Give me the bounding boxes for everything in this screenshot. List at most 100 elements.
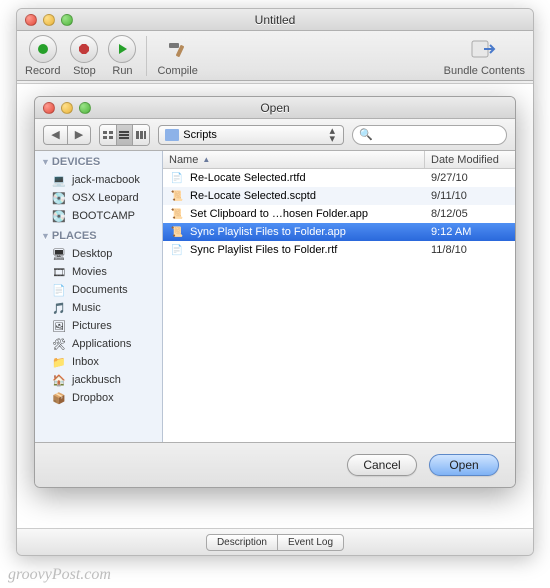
search-icon: 🔍 [359, 128, 373, 141]
file-icon: 📄 [169, 171, 185, 185]
file-name: Set Clipboard to …hosen Folder.app [190, 208, 368, 220]
place-icon: 📦 [51, 391, 67, 405]
column-date[interactable]: Date Modified [425, 151, 515, 168]
place-icon: 🖥 [51, 247, 67, 261]
view-mode-segment [99, 124, 150, 146]
open-dialog: Open ◀ ▶ Scripts ▴▾ 🔍 ▼DEVICES 💻 jack-mac… [34, 96, 516, 488]
sidebar-item[interactable]: 📁 Inbox [35, 353, 162, 371]
file-date: 9/11/10 [425, 190, 515, 202]
sidebar-item-label: Music [72, 302, 101, 314]
file-icon: 📜 [169, 207, 185, 221]
tab-description[interactable]: Description [207, 535, 278, 550]
file-row[interactable]: 📄 Sync Playlist Files to Folder.rtf 11/8/1… [163, 241, 515, 259]
open-titlebar: Open [35, 97, 515, 119]
sidebar-item-label: Inbox [72, 356, 99, 368]
sidebar-item[interactable]: 🖥Desktop [35, 245, 162, 263]
main-toolbar: Record Stop Run Compile Bundle Contents [17, 31, 533, 81]
file-row[interactable]: 📜 Sync Playlist Files to Folder.app 9:12 A… [163, 223, 515, 241]
sidebar-item[interactable]: 💻 jack-macbook [35, 171, 162, 189]
file-name: Re-Locate Selected.rtfd [190, 172, 306, 184]
search-input[interactable] [377, 129, 500, 141]
bundle-contents-button[interactable]: Bundle Contents [444, 35, 525, 77]
forward-button[interactable]: ▶ [67, 125, 91, 145]
place-icon: 🛠 [51, 337, 67, 351]
bundle-label: Bundle Contents [444, 65, 525, 77]
file-name: Re-Locate Selected.scptd [190, 190, 316, 202]
run-button[interactable]: Run [108, 35, 136, 77]
place-icon: 🖼 [51, 319, 67, 333]
file-row[interactable]: 📄 Re-Locate Selected.rtfd 9/27/10 [163, 169, 515, 187]
sidebar-header-devices[interactable]: ▼DEVICES [35, 151, 162, 171]
run-label: Run [112, 65, 132, 77]
watermark: groovyPost.com [8, 566, 111, 584]
sidebar-header-places[interactable]: ▼PLACES [35, 225, 162, 245]
place-icon: 🏠 [51, 373, 67, 387]
search-field[interactable]: 🔍 [352, 125, 507, 145]
open-button[interactable]: Open [429, 454, 499, 476]
stop-button[interactable]: Stop [70, 35, 98, 77]
compile-button[interactable]: Compile [157, 35, 197, 77]
dialog-buttons: Cancel Open [35, 443, 515, 487]
file-row[interactable]: 📜 Set Clipboard to …hosen Folder.app 8/12/… [163, 205, 515, 223]
file-icon: 📄 [169, 243, 185, 257]
file-icon: 📜 [169, 189, 185, 203]
column-name[interactable]: Name▲ [163, 151, 425, 168]
updown-icon: ▴▾ [325, 127, 339, 143]
sidebar-item-label: Pictures [72, 320, 112, 332]
path-label: Scripts [183, 129, 217, 141]
sidebar-item[interactable]: 🏠 jackbusch [35, 371, 162, 389]
file-list: Name▲ Date Modified 📄 Re-Locate Selected.… [163, 151, 515, 442]
file-date: 9:12 AM [425, 226, 515, 238]
sidebar-item-label: BOOTCAMP [72, 210, 135, 222]
sidebar-item-label: OSX Leopard [72, 192, 139, 204]
compile-label: Compile [157, 65, 197, 77]
sidebar-item-label: Movies [72, 266, 107, 278]
list-view-button[interactable] [117, 125, 134, 145]
device-icon: 💽 [51, 191, 67, 205]
open-toolbar: ◀ ▶ Scripts ▴▾ 🔍 [35, 119, 515, 151]
device-icon: 💽 [51, 209, 67, 223]
stop-label: Stop [73, 65, 96, 77]
cancel-button[interactable]: Cancel [347, 454, 417, 476]
sidebar-item-label: Documents [72, 284, 128, 296]
file-list-header: Name▲ Date Modified [163, 151, 515, 169]
sidebar-item[interactable]: 🎵 Music [35, 299, 162, 317]
sidebar-item[interactable]: 📦 Dropbox [35, 389, 162, 407]
sidebar-item-label: Dropbox [72, 392, 114, 404]
device-icon: 💻 [51, 173, 67, 187]
file-date: 9/27/10 [425, 172, 515, 184]
folder-icon [165, 129, 179, 141]
icon-view-button[interactable] [100, 125, 117, 145]
file-row[interactable]: 📜 Re-Locate Selected.scptd 9/11/10 [163, 187, 515, 205]
path-popup[interactable]: Scripts ▴▾ [158, 125, 344, 145]
place-icon: 🎞 [51, 265, 67, 279]
sort-asc-icon: ▲ [202, 155, 210, 164]
window-title: Untitled [17, 13, 533, 27]
sidebar: ▼DEVICES 💻 jack-macbook 💽 OSX Leopard 💽 BOOTC… [35, 151, 163, 442]
sidebar-item[interactable]: 💽 BOOTCAMP [35, 207, 162, 225]
back-button[interactable]: ◀ [43, 125, 67, 145]
file-date: 8/12/05 [425, 208, 515, 220]
file-icon: 📜 [169, 225, 185, 239]
file-date: 11/8/10 [425, 244, 515, 256]
sidebar-item[interactable]: 🛠 Applications [35, 335, 162, 353]
open-title: Open [35, 101, 515, 115]
tab-event-log[interactable]: Event Log [278, 535, 343, 550]
place-icon: 📄 [51, 283, 67, 297]
place-icon: 📁 [51, 355, 67, 369]
sidebar-item-label: jackbusch [72, 374, 121, 386]
sidebar-item[interactable]: 🖼 Pictures [35, 317, 162, 335]
sidebar-item[interactable]: 📄 Documents [35, 281, 162, 299]
sidebar-item[interactable]: 🎞 Movies [35, 263, 162, 281]
main-titlebar: Untitled [17, 9, 533, 31]
column-view-button[interactable] [133, 125, 149, 145]
sidebar-item-label: Applications [72, 338, 131, 350]
sidebar-item[interactable]: 💽 OSX Leopard [35, 189, 162, 207]
sidebar-item-label: jack-macbook [72, 174, 140, 186]
nav-buttons: ◀ ▶ [43, 125, 91, 145]
file-name: Sync Playlist Files to Folder.app [190, 226, 346, 238]
record-button[interactable]: Record [25, 35, 60, 77]
bottom-tab-bar: Description Event Log [17, 529, 533, 555]
place-icon: 🎵 [51, 301, 67, 315]
file-name: Sync Playlist Files to Folder.rtf [190, 244, 337, 256]
